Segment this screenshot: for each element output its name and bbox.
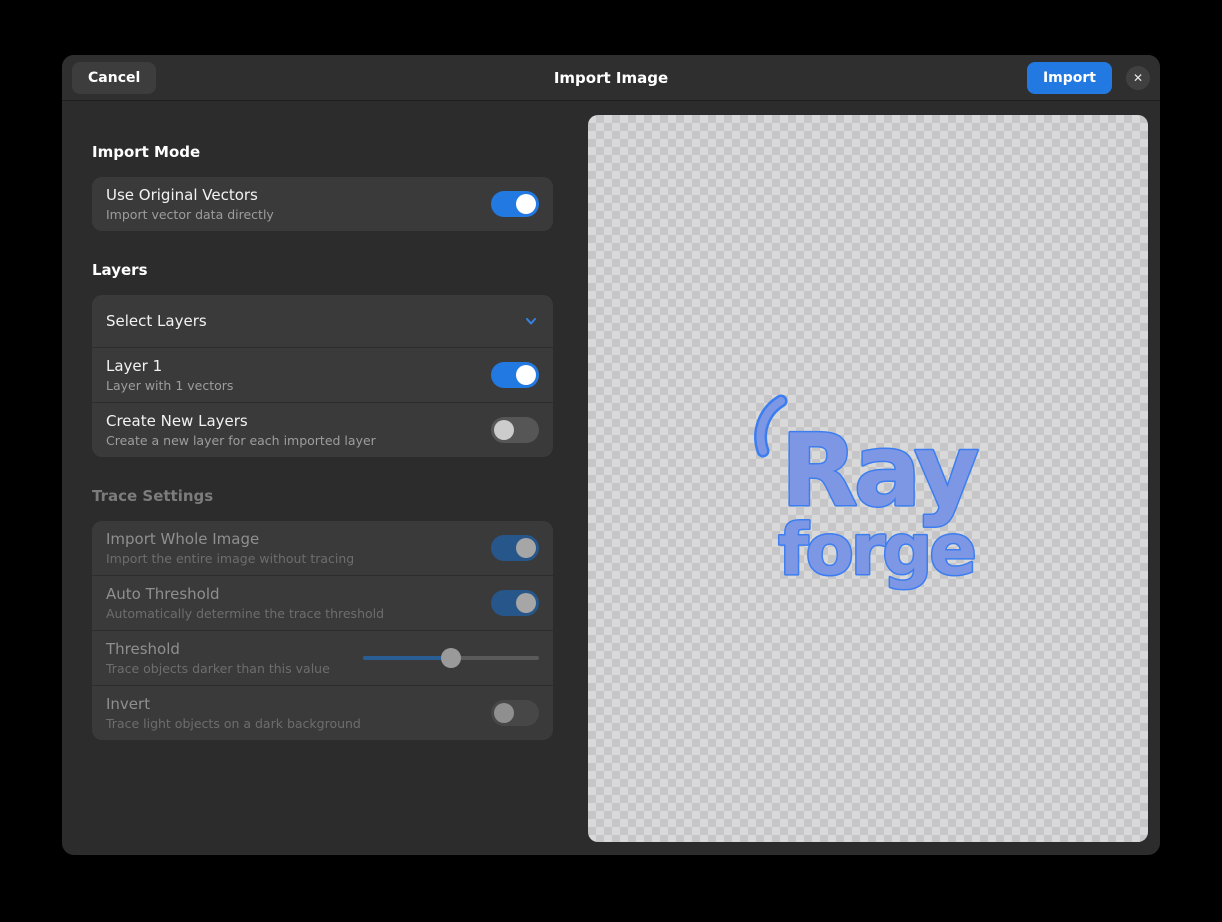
create-new-layers-toggle[interactable]: [491, 417, 539, 443]
row-threshold: Threshold Trace objects darker than this…: [92, 630, 553, 685]
chevron-down-icon: [526, 318, 536, 325]
row-title: Use Original Vectors: [106, 186, 258, 204]
toggle-knob: [494, 703, 514, 723]
row-layer-1: Layer 1 Layer with 1 vectors: [92, 347, 553, 402]
row-subtitle: Import vector data directly: [106, 207, 274, 222]
row-subtitle: Trace light objects on a dark background: [106, 716, 361, 731]
row-text: Create New Layers Create a new layer for…: [106, 411, 491, 449]
image-preview: Ray forge: [588, 115, 1148, 842]
close-icon: ✕: [1132, 70, 1144, 85]
slider-fill: [363, 656, 451, 660]
row-import-whole-image: Import Whole Image Import the entire ima…: [92, 521, 553, 575]
logo-text-line2: forge: [778, 509, 974, 591]
threshold-slider: [363, 648, 539, 668]
row-text: Invert Trace light objects on a dark bac…: [106, 694, 491, 732]
row-text: Import Whole Image Import the entire ima…: [106, 529, 491, 567]
rayforge-logo: Ray forge: [754, 394, 984, 593]
settings-panel: Import Mode Use Original Vectors Import …: [92, 101, 553, 740]
row-title: Auto Threshold: [106, 585, 220, 603]
section-header-layers: Layers: [92, 261, 148, 279]
import-button[interactable]: Import: [1026, 61, 1112, 94]
layers-group: Select Layers Layer 1 Layer with 1 vecto…: [92, 295, 553, 457]
row-title: Select Layers: [106, 312, 207, 330]
row-create-new-layers: Create New Layers Create a new layer for…: [92, 402, 553, 457]
row-subtitle: Automatically determine the trace thresh…: [106, 606, 385, 621]
row-title: Create New Layers: [106, 412, 248, 430]
header-actions: Import ✕: [1026, 61, 1150, 94]
header-bar: Cancel Import Image Import ✕: [62, 55, 1160, 101]
row-title: Import Whole Image: [106, 530, 260, 548]
row-text: Threshold Trace objects darker than this…: [106, 639, 363, 677]
section-header-trace-settings: Trace Settings: [92, 487, 214, 505]
use-original-vectors-toggle[interactable]: [491, 191, 539, 217]
toggle-knob: [516, 538, 536, 558]
section-header-import-mode: Import Mode: [92, 143, 201, 161]
layer-1-toggle[interactable]: [491, 362, 539, 388]
cancel-button[interactable]: Cancel: [72, 61, 157, 94]
import-image-dialog: Cancel Import Image Import ✕ Import Mode…: [62, 55, 1160, 855]
import-mode-group: Use Original Vectors Import vector data …: [92, 177, 553, 231]
close-button[interactable]: ✕: [1126, 65, 1150, 90]
dialog-content: Import Mode Use Original Vectors Import …: [62, 101, 1160, 854]
select-layers-expander[interactable]: Select Layers: [92, 295, 553, 347]
row-subtitle: Trace objects darker than this value: [106, 661, 330, 676]
row-title: Layer 1: [106, 357, 163, 375]
row-text: Auto Threshold Automatically determine t…: [106, 584, 491, 622]
invert-toggle: [491, 700, 539, 726]
row-invert: Invert Trace light objects on a dark bac…: [92, 685, 553, 740]
toggle-knob: [494, 420, 514, 440]
import-whole-image-toggle: [491, 535, 539, 561]
row-auto-threshold: Auto Threshold Automatically determine t…: [92, 575, 553, 630]
row-subtitle: Import the entire image without tracing: [106, 551, 355, 566]
trace-settings-group: Import Whole Image Import the entire ima…: [92, 521, 553, 740]
auto-threshold-toggle: [491, 590, 539, 616]
toggle-knob: [516, 365, 536, 385]
row-subtitle: Layer with 1 vectors: [106, 378, 234, 393]
row-use-original-vectors: Use Original Vectors Import vector data …: [92, 177, 553, 231]
row-title: Invert: [106, 695, 151, 713]
toggle-knob: [516, 194, 536, 214]
row-text: Select Layers: [106, 311, 523, 331]
row-title: Threshold: [106, 640, 180, 658]
toggle-knob: [516, 593, 536, 613]
row-text: Use Original Vectors Import vector data …: [106, 185, 491, 223]
row-text: Layer 1 Layer with 1 vectors: [106, 356, 491, 394]
row-subtitle: Create a new layer for each imported lay…: [106, 433, 376, 448]
slider-knob: [441, 648, 461, 668]
dialog-title: Import Image: [553, 68, 669, 87]
